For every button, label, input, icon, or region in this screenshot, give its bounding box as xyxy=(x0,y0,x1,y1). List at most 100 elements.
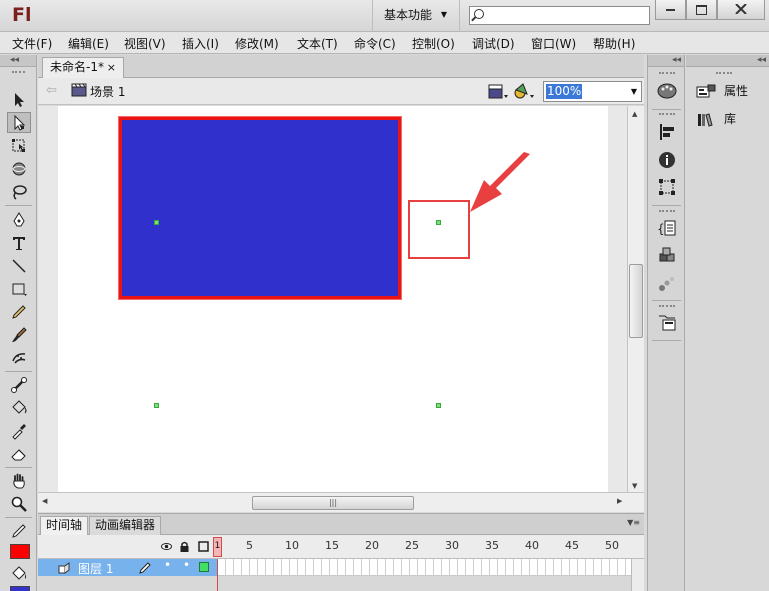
app-logo: Fl xyxy=(12,4,32,26)
eyedropper-icon[interactable] xyxy=(7,420,31,441)
zoom-icon[interactable] xyxy=(7,493,31,514)
hand-icon[interactable] xyxy=(7,470,31,491)
dock-collapse-grip[interactable]: ◂◂ xyxy=(648,55,684,67)
help-search-input[interactable] xyxy=(469,6,650,25)
corner-handle-bottom-left[interactable] xyxy=(154,403,159,408)
menu-modify[interactable]: 修改(M) xyxy=(235,35,279,52)
vertical-scroll-thumb[interactable] xyxy=(629,264,643,338)
workspace-switcher[interactable]: 基本功能 ▼ xyxy=(372,0,460,32)
paint-bucket-icon[interactable] xyxy=(7,397,31,418)
playhead-frame-marker[interactable]: 1 xyxy=(213,537,222,557)
menu-insert[interactable]: 插入(I) xyxy=(182,35,219,52)
menu-edit[interactable]: 编辑(E) xyxy=(68,35,109,52)
document-tab[interactable]: 未命名-1* × xyxy=(42,57,124,79)
chevron-down-icon: ▼ xyxy=(630,87,637,96)
outline-icon[interactable] xyxy=(198,541,209,552)
scroll-left-icon[interactable]: ◀ xyxy=(42,497,47,505)
tools-gripper[interactable] xyxy=(12,71,25,73)
layer-lock-dot[interactable]: • xyxy=(183,558,190,572)
lasso-icon[interactable] xyxy=(7,181,31,202)
deco-icon[interactable] xyxy=(7,347,31,368)
eraser-icon[interactable] xyxy=(7,443,31,464)
layer-row[interactable]: 图层 1 • • xyxy=(38,558,218,577)
scene-name[interactable]: 场景 1 xyxy=(90,83,125,100)
tab-motion-editor[interactable]: 动画编辑器 xyxy=(89,516,162,535)
minimize-button[interactable] xyxy=(655,0,686,20)
panel-collapse-grip[interactable]: ◂◂ xyxy=(686,55,769,67)
text-icon[interactable] xyxy=(7,232,31,253)
menu-text[interactable]: 文本(T) xyxy=(297,35,338,52)
ruler-label: 25 xyxy=(405,539,419,552)
eye-icon[interactable] xyxy=(161,541,172,552)
pen-icon[interactable] xyxy=(7,209,31,230)
bone-icon[interactable] xyxy=(7,374,31,395)
horizontal-scroll-thumb[interactable]: ||| xyxy=(252,496,414,510)
code-snippets-icon[interactable]: { xyxy=(656,218,678,238)
close-button[interactable] xyxy=(717,0,765,20)
library-label: 库 xyxy=(724,112,737,126)
tab-timeline[interactable]: 时间轴 xyxy=(40,516,89,535)
transform-icon[interactable] xyxy=(656,178,678,198)
motion-presets-icon[interactable] xyxy=(656,274,678,294)
edit-symbols-icon[interactable] xyxy=(487,82,509,101)
stage-horizontal-scrollbar[interactable]: ◀ ||| ▶ xyxy=(38,492,644,512)
subselection-tool-icon[interactable] xyxy=(7,112,31,133)
dock-gripper[interactable] xyxy=(659,72,675,74)
menu-help[interactable]: 帮助(H) xyxy=(593,35,635,52)
scroll-right-icon[interactable]: ▶ xyxy=(617,497,622,505)
edit-scene-icon[interactable] xyxy=(512,82,536,101)
layer-visible-dot[interactable]: • xyxy=(164,558,171,572)
project-icon[interactable] xyxy=(656,313,678,333)
panel-menu-icon[interactable]: ▼≡ xyxy=(627,518,640,527)
corner-handle-bottom-right[interactable] xyxy=(436,403,441,408)
stroke-color-icon[interactable] xyxy=(7,520,31,541)
color-palette-icon[interactable] xyxy=(656,81,678,101)
back-arrow-icon[interactable]: ⇦ xyxy=(46,83,57,98)
timeline-frames[interactable] xyxy=(218,559,631,576)
fill-color-swatch[interactable] xyxy=(10,586,30,591)
stage-vertical-scrollbar[interactable]: ▲ ▼ xyxy=(627,106,644,492)
3d-rotation-icon[interactable] xyxy=(7,158,31,179)
layer-name[interactable]: 图层 1 xyxy=(78,560,113,577)
free-transform-icon[interactable] xyxy=(7,135,31,156)
properties-panel-button[interactable]: 属性 xyxy=(696,81,748,101)
scroll-down-icon[interactable]: ▼ xyxy=(632,482,637,490)
menu-file[interactable]: 文件(F) xyxy=(12,35,52,52)
selection-tool-icon[interactable] xyxy=(7,89,31,110)
menu-control[interactable]: 控制(O) xyxy=(412,35,455,52)
lock-icon[interactable] xyxy=(179,541,190,552)
dock-gripper[interactable] xyxy=(659,210,675,212)
maximize-button[interactable] xyxy=(686,0,717,20)
annotation-arrow-icon xyxy=(470,152,530,212)
dock-gripper[interactable] xyxy=(659,113,675,115)
workspace-label: 基本功能 xyxy=(384,8,433,22)
info-icon[interactable] xyxy=(656,150,678,170)
layer-outline-color-swatch[interactable] xyxy=(199,562,209,572)
ruler-label: 30 xyxy=(445,539,459,552)
blue-rectangle-shape[interactable] xyxy=(119,117,401,299)
rectangle-icon[interactable] xyxy=(7,278,31,299)
components-icon[interactable] xyxy=(656,246,678,266)
timeline-vertical-scrollbar[interactable] xyxy=(631,559,644,591)
panel-gripper[interactable] xyxy=(716,72,732,74)
tab-close-icon[interactable]: × xyxy=(107,58,116,77)
tools-collapse-grip[interactable]: ◂◂ xyxy=(0,55,36,67)
stroke-color-swatch[interactable] xyxy=(10,544,30,559)
pencil-icon[interactable] xyxy=(7,301,31,322)
menu-view[interactable]: 视图(V) xyxy=(124,35,166,52)
scroll-up-icon[interactable]: ▲ xyxy=(632,110,637,118)
menu-commands[interactable]: 命令(C) xyxy=(354,35,396,52)
line-icon[interactable] xyxy=(7,255,31,276)
brush-icon[interactable] xyxy=(7,324,31,345)
tools-panel: ◂◂ xyxy=(0,55,37,591)
pencil-icon xyxy=(139,562,151,574)
menu-window[interactable]: 窗口(W) xyxy=(531,35,576,52)
document-tab-title: 未命名-1* xyxy=(50,60,104,74)
dock-gripper[interactable] xyxy=(659,305,675,307)
zoom-select[interactable]: 100% ▼ xyxy=(543,81,642,102)
menu-debug[interactable]: 调试(D) xyxy=(472,35,515,52)
align-icon[interactable] xyxy=(656,122,678,142)
fill-color-icon[interactable] xyxy=(7,563,31,584)
library-panel-button[interactable]: 库 xyxy=(696,109,736,129)
corner-handle-top-left[interactable] xyxy=(154,220,159,225)
